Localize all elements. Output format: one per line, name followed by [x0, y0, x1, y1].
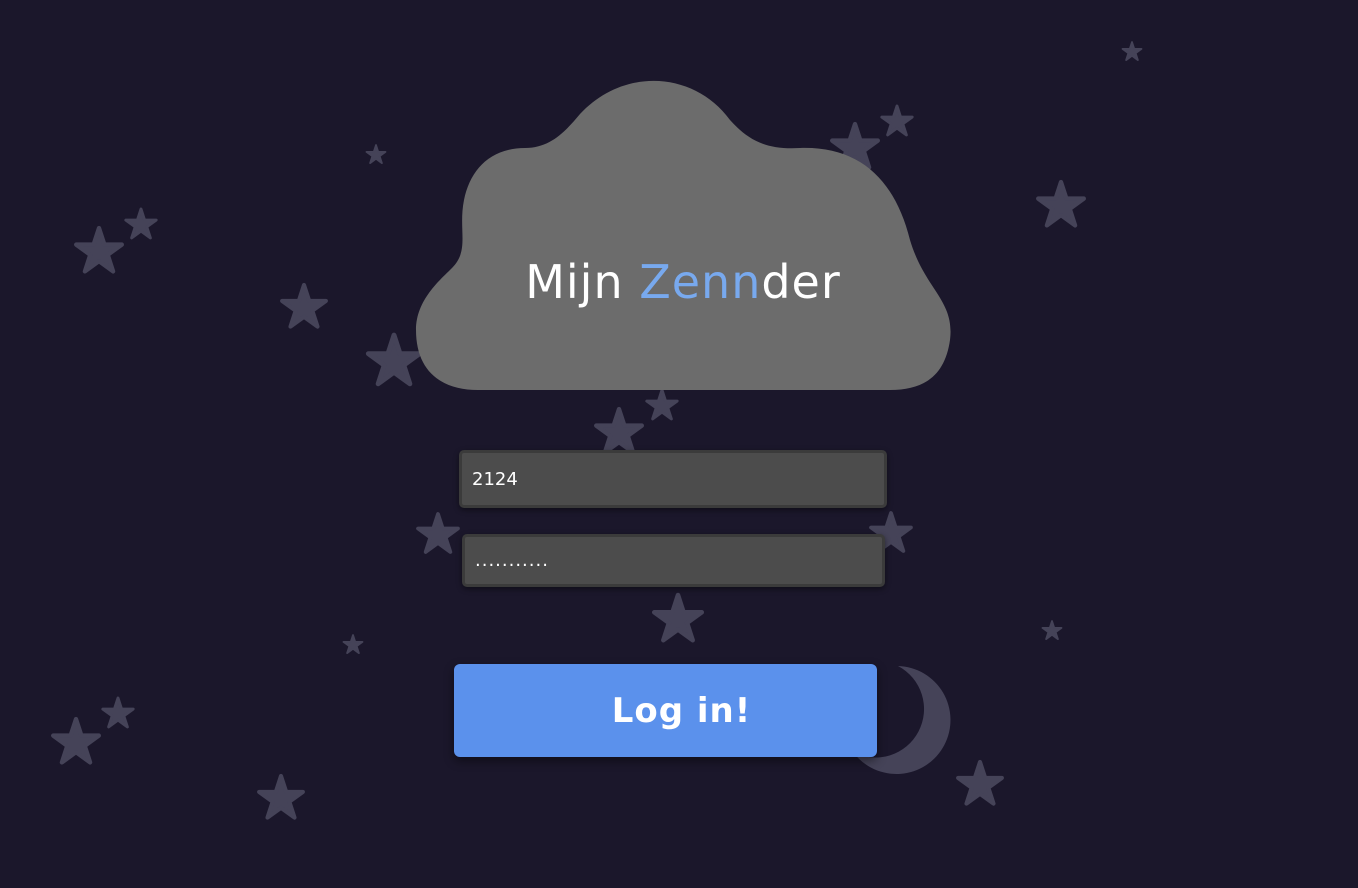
logo-brand-rest: der: [761, 255, 841, 309]
star-icon: [103, 698, 133, 727]
username-input[interactable]: [459, 450, 887, 508]
star-icon: [368, 335, 419, 384]
app-logo-title: Mijn Zennder: [416, 252, 950, 312]
star-icon: [1122, 42, 1141, 60]
star-icon: [282, 285, 326, 327]
star-icon: [654, 595, 702, 640]
star-icon: [366, 145, 385, 163]
star-icon: [343, 635, 362, 653]
star-icon: [1038, 182, 1084, 225]
star-icon: [418, 514, 458, 552]
star-icon: [76, 228, 122, 271]
login-button[interactable]: Log in!: [454, 664, 877, 757]
login-screen: Mijn Zennder Log in!: [0, 0, 1358, 888]
logo-brand-highlight: Zenn: [639, 255, 762, 309]
star-icon: [882, 106, 912, 135]
star-icon: [1042, 621, 1061, 639]
star-icon: [259, 776, 303, 818]
star-icon: [596, 409, 642, 452]
star-icon: [958, 762, 1002, 804]
cloud-shape: [416, 80, 951, 390]
logo-prefix: Mijn: [525, 255, 640, 309]
star-icon: [126, 209, 156, 238]
password-input[interactable]: [462, 534, 885, 587]
star-icon: [647, 390, 677, 419]
star-icon: [53, 719, 99, 762]
